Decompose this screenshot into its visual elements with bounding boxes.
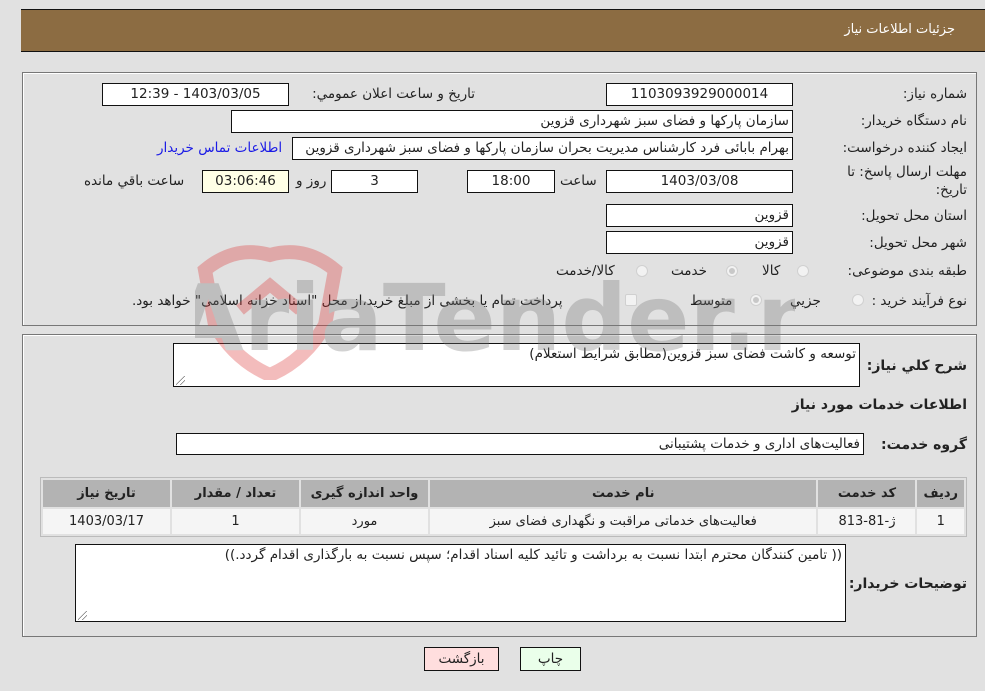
deadline-label-line2: تاریخ: <box>935 182 967 198</box>
category-radio-service[interactable] <box>726 265 738 277</box>
description-text: توسعه و کاشت فضای سبز قزوین(مطابق شرایط … <box>529 346 856 362</box>
service-group-label: گروه خدمت: <box>881 437 967 453</box>
services-heading: اطلاعات خدمات مورد نياز <box>791 397 967 413</box>
cell-service-code: ژ-81-813 <box>818 509 916 534</box>
col-service-code: کد خدمت <box>818 480 916 507</box>
col-need-date: تاریخ نیاز <box>43 480 170 507</box>
deadline-time-label: ساعت <box>560 173 597 189</box>
province-field[interactable]: قزوین <box>606 204 793 227</box>
remaining-days-field: 3 <box>331 170 418 193</box>
category-radio-goods-service[interactable] <box>636 265 648 277</box>
process-radio-minor[interactable] <box>852 294 864 306</box>
buyer-org-field[interactable]: سازمان پارکها و فضای سبز شهرداری قزوین <box>231 110 793 133</box>
print-button[interactable]: چاپ <box>520 647 581 671</box>
category-label: طبقه بندی موضوعی: <box>847 263 967 279</box>
announce-date-label: تاریخ و ساعت اعلان عمومي: <box>312 86 475 102</box>
deadline-time-field[interactable]: 18:00 <box>467 170 555 193</box>
cell-service-name: فعالیت‌های خدماتی مراقبت و نگهداری فضای … <box>430 509 817 534</box>
remaining-time-field: 03:06:46 <box>202 170 289 193</box>
buyer-org-label: نام دستگاه خريدار: <box>860 113 967 129</box>
col-row-number: رديف <box>917 480 964 507</box>
col-quantity: تعداد / مقدار <box>172 480 299 507</box>
city-label: شهر محل تحویل: <box>869 235 967 251</box>
category-radio-goods[interactable] <box>797 265 809 277</box>
buyer-notes-text: (( تامین کنندگان محترم ابتدا نسبت به برد… <box>224 547 842 563</box>
treasury-checkbox[interactable] <box>625 294 637 306</box>
province-label: استان محل تحویل: <box>861 208 967 224</box>
description-textarea[interactable]: توسعه و کاشت فضای سبز قزوین(مطابق شرایط … <box>173 343 860 387</box>
services-table: رديف کد خدمت نام خدمت واحد اندازه گیری ت… <box>40 477 967 537</box>
description-label: شرح کلي نياز: <box>866 358 967 374</box>
cell-need-date: 1403/03/17 <box>43 509 170 534</box>
page-title: جزئیات اطلاعات نیاز <box>844 22 955 37</box>
process-option-minor: جزيي <box>790 293 821 309</box>
announce-date-field[interactable]: 1403/03/05 - 12:39 <box>102 83 289 106</box>
deadline-label-line1: مهلت ارسال پاسخ: تا <box>847 164 967 180</box>
cell-row-number: 1 <box>917 509 964 534</box>
category-option-goods: کالا <box>762 263 781 279</box>
process-radio-medium[interactable] <box>750 294 762 306</box>
table-header-row: رديف کد خدمت نام خدمت واحد اندازه گیری ت… <box>43 480 964 507</box>
buyer-contact-link[interactable]: اطلاعات تماس خریدار <box>157 140 282 156</box>
buyer-notes-textarea[interactable]: (( تامین کنندگان محترم ابتدا نسبت به برد… <box>75 544 846 622</box>
process-option-medium: متوسط <box>690 293 733 309</box>
service-group-field[interactable]: فعالیت‌های اداری و خدمات پشتیبانی <box>176 433 864 455</box>
deadline-date-field[interactable]: 1403/03/08 <box>606 170 793 193</box>
creator-field[interactable]: بهرام بابائی فرد کارشناس مدیریت بحران سا… <box>292 137 793 160</box>
days-label: روز و <box>296 173 327 189</box>
cell-unit: مورد <box>301 509 428 534</box>
process-type-label: نوع فرآیند خرید : <box>871 293 967 309</box>
need-number-field[interactable]: 1103093929000014 <box>606 83 793 106</box>
back-button[interactable]: بازگشت <box>424 647 499 671</box>
col-unit: واحد اندازه گیری <box>301 480 428 507</box>
page-header: جزئیات اطلاعات نیاز <box>21 9 985 52</box>
creator-label: ایجاد کننده درخواست: <box>842 140 967 156</box>
category-option-service: خدمت <box>671 263 707 279</box>
resize-grip-icon[interactable] <box>176 376 185 385</box>
category-option-goods-service: کالا/خدمت <box>556 263 615 279</box>
col-service-name: نام خدمت <box>430 480 817 507</box>
treasury-checkbox-label: پرداخت تمام یا بخشی از مبلغ خرید،از محل … <box>132 293 563 309</box>
resize-grip-icon[interactable] <box>78 611 87 620</box>
remaining-time-label: ساعت باقي مانده <box>84 173 185 189</box>
city-field[interactable]: قزوین <box>606 231 793 254</box>
table-row: 1 ژ-81-813 فعالیت‌های خدماتی مراقبت و نگ… <box>43 509 964 534</box>
need-number-label: شماره نیاز: <box>902 86 967 102</box>
cell-quantity: 1 <box>172 509 299 534</box>
buyer-notes-label: توضيحات خريدار: <box>848 576 967 592</box>
